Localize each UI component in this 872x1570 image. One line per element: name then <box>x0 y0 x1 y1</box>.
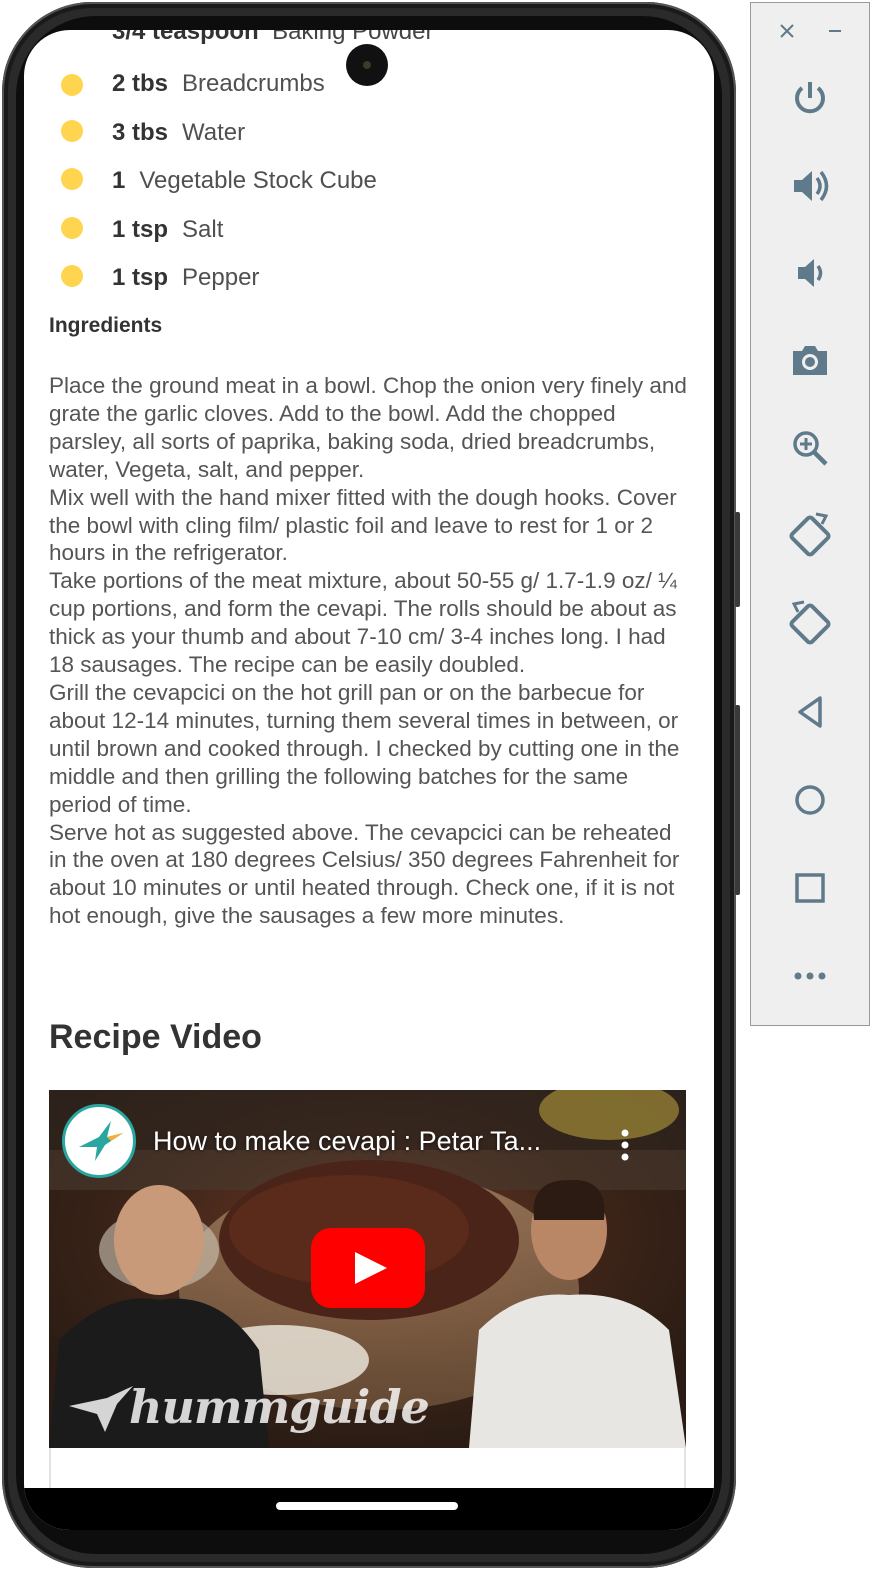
ingredient-text: 3 tbs Water <box>112 117 245 149</box>
ingredient-text: 1 tsp Pepper <box>112 262 259 294</box>
ingredient-row: 3 tbs Water <box>24 117 714 157</box>
emulator-window: 3/4 teaspoon Baking Powder 2 tbs Breadcru… <box>0 0 872 1570</box>
home-icon <box>795 785 825 815</box>
instruction-step: Place the ground meat in a bowl. Chop th… <box>49 373 687 482</box>
zoom-button[interactable] <box>781 419 839 477</box>
bullet-icon <box>61 74 83 96</box>
volume-down-button[interactable] <box>781 244 839 302</box>
bullet-icon <box>61 217 83 239</box>
instructions-text: Place the ground meat in a bowl. Chop th… <box>49 372 689 930</box>
instruction-step: Serve hot as suggested above. The cevapc… <box>49 819 680 929</box>
ingredient-qty: 3 tbs <box>112 119 169 146</box>
channel-avatar[interactable] <box>62 1104 136 1178</box>
camera-icon <box>793 346 827 375</box>
bullet-icon <box>61 265 83 287</box>
instruction-step: Take portions of the meat mixture, about… <box>49 568 677 678</box>
navigation-bar <box>24 1488 714 1530</box>
home-button[interactable] <box>781 771 839 829</box>
ingredient-row: 1 tsp Salt <box>24 214 714 254</box>
ingredient-name: Salt <box>182 216 224 243</box>
more-button[interactable] <box>781 947 839 1005</box>
overview-icon <box>795 873 825 903</box>
hummingbird-icon <box>79 1121 123 1161</box>
ingredient-row: 1 Vegetable Stock Cube <box>24 165 714 205</box>
bullet-icon <box>61 120 83 142</box>
recipe-video-heading: Recipe Video <box>49 1018 262 1056</box>
ingredient-name: Vegetable Stock Cube <box>139 167 377 194</box>
ingredient-name: Breadcrumbs <box>182 70 325 97</box>
instruction-step: Mix well with the hand mixer fitted with… <box>49 484 677 566</box>
video-watermark: hummguide <box>129 1380 430 1434</box>
ingredient-qty: 2 tbs <box>112 70 169 97</box>
minimize-icon <box>829 30 841 32</box>
video-player[interactable]: How to make cevapi : Petar Ta... hummgui… <box>49 1090 686 1448</box>
ingredient-text: 1 Vegetable Stock Cube <box>112 165 377 197</box>
ingredient-name: Baking Powder <box>272 30 434 45</box>
volume-up-icon <box>794 170 829 202</box>
rotate-left-button[interactable] <box>781 507 839 565</box>
close-button[interactable] <box>773 17 801 45</box>
video-card-footer <box>49 1448 686 1490</box>
ingredient-text: 2 tbs Breadcrumbs <box>112 68 325 100</box>
ingredient-qty: 3/4 teaspoon <box>112 30 259 45</box>
watermark-bird-icon <box>69 1386 133 1432</box>
back-button[interactable] <box>781 683 839 741</box>
ingredient-qty: 1 tsp <box>112 216 169 243</box>
bullet-icon <box>61 168 83 190</box>
overview-button[interactable] <box>781 859 839 917</box>
minimize-button[interactable] <box>821 17 849 45</box>
ingredient-qty: 1 tsp <box>112 264 169 291</box>
instructions-heading: Ingredients <box>49 314 163 337</box>
more-icon <box>794 972 826 980</box>
ingredient-clipped: 3/4 teaspoon Baking Powder <box>112 30 434 46</box>
ingredient-text: 1 tsp Salt <box>112 214 223 246</box>
phone-screen: 3/4 teaspoon Baking Powder 2 tbs Breadcru… <box>24 30 714 1530</box>
ingredient-name: Water <box>182 119 246 146</box>
screenshot-button[interactable] <box>781 331 839 389</box>
power-icon <box>795 82 825 114</box>
zoom-icon <box>793 431 828 466</box>
phone-volume-button <box>735 705 740 895</box>
ingredient-row: 1 tsp Pepper <box>24 262 714 302</box>
front-camera <box>346 44 388 86</box>
rotate-left-icon <box>789 512 831 557</box>
home-gesture-handle[interactable] <box>276 1502 458 1510</box>
back-icon <box>798 696 822 728</box>
rotate-right-button[interactable] <box>781 595 839 653</box>
phone-side-button <box>735 512 740 607</box>
volume-down-icon <box>798 259 823 287</box>
close-icon <box>780 24 794 38</box>
play-icon[interactable] <box>311 1228 425 1308</box>
rotate-right-icon <box>789 600 831 645</box>
volume-up-button[interactable] <box>781 157 839 215</box>
ingredient-name: Pepper <box>182 264 260 291</box>
ingredient-qty: 1 <box>112 167 126 194</box>
video-title[interactable]: How to make cevapi : Petar Ta... <box>153 1126 541 1157</box>
more-vertical-icon[interactable] <box>615 1128 635 1162</box>
instruction-step: Grill the cevapcici on the hot grill pan… <box>49 679 680 817</box>
emulator-control-panel <box>750 2 870 1026</box>
power-button[interactable] <box>781 69 839 127</box>
